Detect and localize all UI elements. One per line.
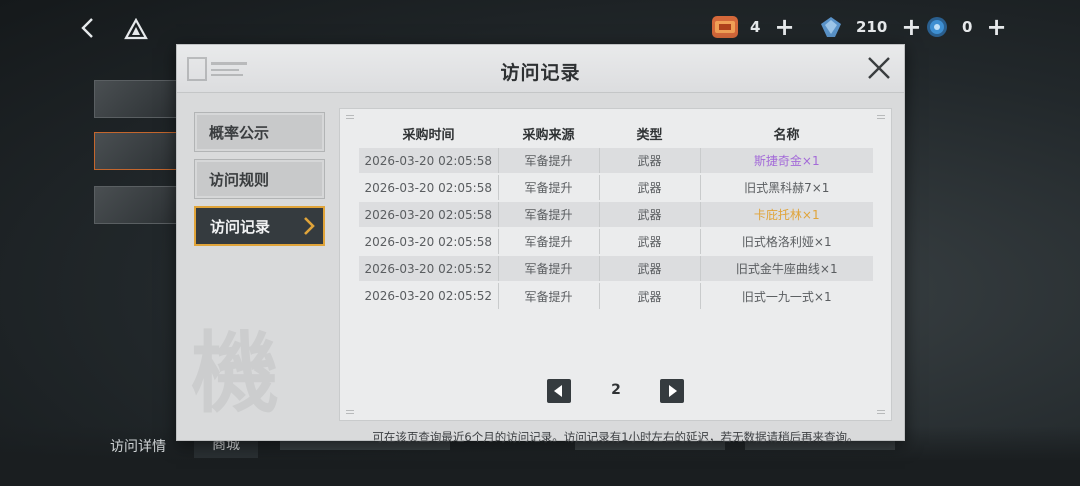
dialog-header: 访问记录 [177, 45, 904, 93]
crystal-count: 210 [856, 18, 888, 36]
coin-icon [924, 16, 950, 38]
record-time: 2026-03-20 02:05:52 [359, 282, 499, 309]
record-name: 旧式一九一式×1 [700, 282, 873, 309]
record-source: 军备提升 [498, 174, 600, 201]
chevron-right-icon [303, 216, 315, 236]
dialog-title: 访问记录 [500, 62, 581, 84]
record-type: 武器 [599, 174, 701, 201]
table-row: 2026-03-20 02:05:52 军备提升 武器 旧式一九一式×1 [359, 282, 873, 309]
column-header: 采购来源 [522, 128, 575, 143]
record-source: 军备提升 [498, 228, 600, 255]
record-type: 武器 [599, 146, 701, 175]
triangle-right-icon [669, 385, 677, 397]
ticket-icon [712, 16, 738, 38]
records-panel: 采购时间 采购来源 类型 名称 2026-03-20 02:05:58 军备提升… [339, 108, 892, 444]
decorative-kanji: 機 [191, 321, 280, 425]
record-time: 2026-03-20 02:05:58 [359, 174, 499, 201]
record-time: 2026-03-20 02:05:58 [359, 146, 499, 175]
sidebar-item-probability[interactable]: 概率公示 [194, 112, 325, 152]
record-type: 武器 [599, 254, 701, 283]
table-row: 2026-03-20 02:05:52 军备提升 武器 旧式金牛座曲线×1 [359, 254, 873, 283]
record-name: 旧式金牛座曲线×1 [700, 254, 873, 283]
record-type: 武器 [599, 228, 701, 255]
resource-ticket: 4 + [712, 14, 795, 40]
column-header: 采购时间 [402, 128, 455, 143]
records-note: 可在该页查询最近6个月的访问记录。访问记录有1小时左右的延迟，若无数据请稍后再来… [372, 430, 859, 444]
records-table: 采购时间 采购来源 类型 名称 2026-03-20 02:05:58 军备提升… [359, 121, 873, 309]
character-thumbnail [94, 132, 180, 170]
table-row: 2026-03-20 02:05:58 军备提升 武器 卡庇托林×1 [359, 200, 873, 229]
panel-corner-mark [346, 410, 354, 414]
record-type: 武器 [599, 282, 701, 309]
ticket-count: 4 [750, 18, 761, 36]
home-icon[interactable] [124, 17, 148, 40]
record-time: 2026-03-20 02:05:52 [359, 254, 499, 283]
record-time: 2026-03-20 02:05:58 [359, 200, 499, 229]
triangle-left-icon [554, 385, 562, 397]
record-name: 旧式黑科赫7×1 [700, 174, 873, 201]
column-header: 类型 [636, 128, 663, 143]
table-header-row: 采购时间 采购来源 类型 名称 [359, 121, 873, 147]
prev-page-button[interactable] [547, 379, 571, 403]
character-thumbnail [94, 80, 180, 118]
table-row: 2026-03-20 02:05:58 军备提升 武器 旧式格洛利娅×1 [359, 228, 873, 255]
coin-count: 0 [962, 18, 973, 36]
sidebar-item-label: 访问记录 [210, 217, 271, 236]
table-row: 2026-03-20 02:05:58 军备提升 武器 斯捷奇金×1 [359, 146, 873, 175]
record-name: 旧式格洛利娅×1 [700, 228, 873, 255]
close-icon[interactable] [866, 55, 892, 81]
record-source: 军备提升 [498, 282, 600, 309]
record-type: 武器 [599, 200, 701, 229]
resource-coin: 0 + [924, 14, 1007, 40]
sidebar-item-label: 概率公示 [209, 123, 270, 142]
record-source: 军备提升 [498, 146, 600, 175]
tab-visit-details[interactable]: 访问详情 [110, 436, 166, 456]
current-page-number: 2 [611, 382, 621, 398]
record-name: 斯捷奇金×1 [700, 146, 873, 175]
record-source: 军备提升 [498, 200, 600, 229]
table-row: 2026-03-20 02:05:58 军备提升 武器 旧式黑科赫7×1 [359, 174, 873, 201]
panel-corner-mark [346, 115, 354, 119]
record-source: 军备提升 [498, 254, 600, 283]
character-thumbnail [94, 186, 180, 224]
add-ticket-plus-icon[interactable]: + [774, 15, 794, 39]
column-header: 名称 [773, 128, 800, 143]
visit-record-dialog: 访问记录 概率公示 访问规则 访问记录 機 采购时间 采购来源 类型 名称 20… [176, 44, 905, 444]
panel-corner-mark [877, 115, 885, 119]
add-crystal-plus-icon[interactable]: + [901, 15, 921, 39]
sidebar-item-label: 访问规则 [209, 170, 270, 189]
record-name: 卡庇托林×1 [700, 200, 873, 229]
crystal-icon [818, 16, 844, 38]
record-time: 2026-03-20 02:05:58 [359, 228, 499, 255]
sidebar-item-rules[interactable]: 访问规则 [194, 159, 325, 199]
resource-crystal: 210 + [818, 14, 921, 40]
panel-corner-mark [877, 410, 885, 414]
next-page-button[interactable] [660, 379, 684, 403]
back-arrow-icon[interactable] [78, 16, 98, 40]
sidebar-item-records[interactable]: 访问记录 [194, 206, 325, 246]
add-coin-plus-icon[interactable]: + [986, 15, 1006, 39]
